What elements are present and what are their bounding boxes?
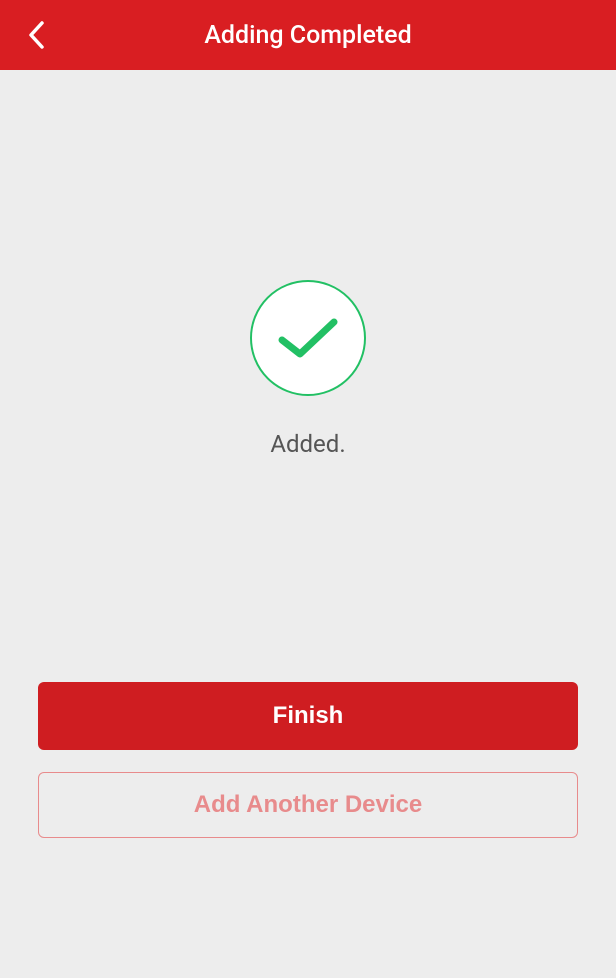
checkmark-icon [276, 314, 340, 362]
page-title: Adding Completed [0, 21, 616, 50]
success-indicator [250, 280, 366, 396]
status-text: Added. [0, 430, 616, 458]
chevron-left-icon [27, 20, 45, 50]
finish-button[interactable]: Finish [38, 682, 578, 750]
content-area: Added. Finish Add Another Device [0, 70, 616, 978]
header-bar: Adding Completed [0, 0, 616, 70]
add-another-device-button[interactable]: Add Another Device [38, 772, 578, 838]
back-button[interactable] [16, 15, 56, 55]
